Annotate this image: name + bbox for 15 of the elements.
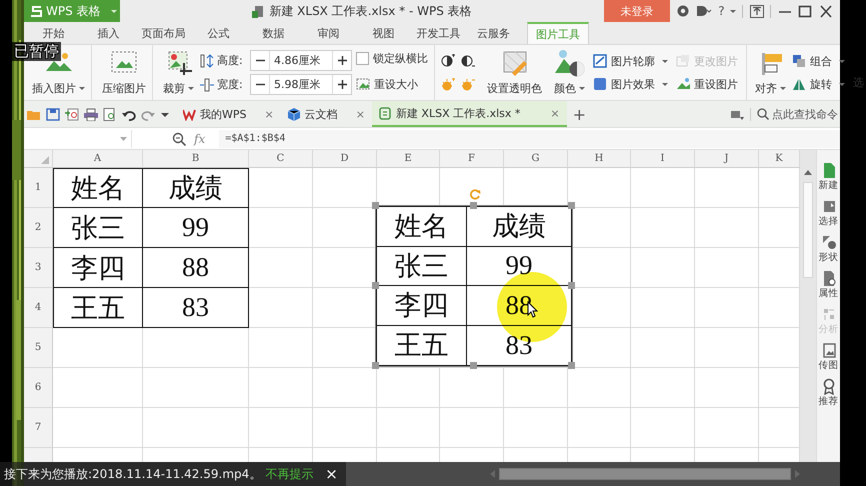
table-cell: 李四 [53,248,143,288]
notification-text: 接下来为您播放:2018.11.14-11.42.59.mp4。 [4,466,262,482]
table-cell-text: 王五 [394,329,450,362]
field-label: 高度: [217,53,244,68]
table-cell: 99 [143,208,249,248]
window-title: 新建 XLSX 工作表.xlsx * - WPS 表格 [269,2,472,20]
table-cell: 88 [143,248,249,288]
table-cell: 王五 [53,288,143,328]
field-label: 宽度: [217,77,244,92]
table-cell: 83 [143,288,249,328]
table-cell: 姓名 [53,168,143,208]
table-cell: 张三 [53,208,143,248]
table-cell: 成绩 [143,168,249,208]
table-cell: 姓名 [377,207,466,246]
paused-toast: 已暂停 [12,42,61,61]
